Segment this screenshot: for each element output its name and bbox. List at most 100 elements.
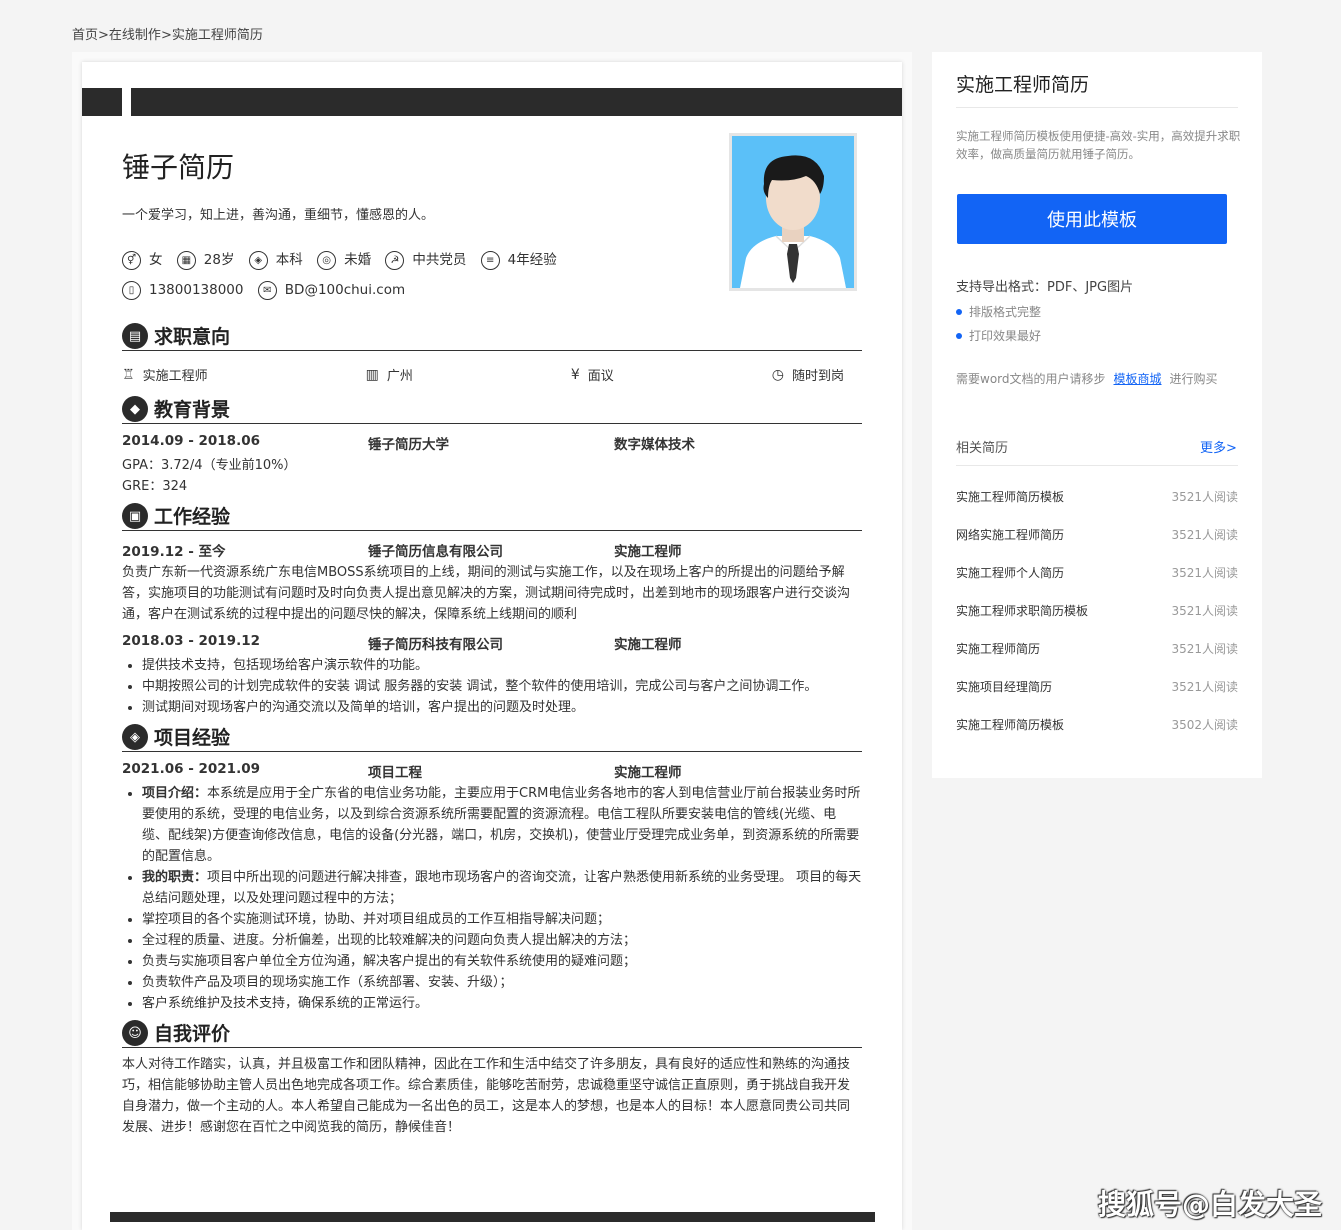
related-item-title[interactable]: 实施工程师简历模板 (956, 716, 1064, 733)
graduation-cap-icon: ◆ (122, 396, 148, 422)
related-item[interactable]: 实施工程师简历模板 3502人阅读 (956, 716, 1238, 733)
resume-preview: 锤子简历 一个爱学习，知上进，善沟通，重细节，懂感恩的人。 ⚥ 女 ▦ 28岁 ◈ 本… (72, 52, 912, 1230)
info-email: ✉ BD@100chui.com (257, 276, 406, 305)
related-item[interactable]: 网络实施工程师简历 3521人阅读 (956, 526, 1238, 543)
word-notice-prefix: 需要word文档的用户请移步 (956, 372, 1106, 386)
resume-name: 锤子简历 (122, 151, 235, 184)
list-item: 掌控项目的各个实施测试环境，协助、并对项目组成员的工作互相指导解决问题； (142, 909, 862, 930)
clipboard-icon: ▤ (122, 323, 148, 349)
related-item-title[interactable]: 实施工程师简历 (956, 640, 1040, 657)
section-title-self-text: 自我评价 (154, 1023, 231, 1045)
feature-item: 打印效果最好 (956, 327, 1041, 344)
section-title-work: ▣ 工作经验 (122, 501, 862, 531)
breadcrumb-current: 实施工程师简历 (171, 28, 263, 43)
related-item[interactable]: 实施工程师简历模板 3521人阅读 (956, 488, 1238, 505)
clock-icon: ◷ (771, 366, 784, 383)
project-bullets: 项目介绍：本系统是应用于全广东省的电信业务功能，主要应用于CRM电信业务各地市的… (122, 783, 862, 1014)
marriage-icon: ◎ (317, 251, 337, 270)
list-item: 客户系统维护及技术支持，确保系统的正常运行。 (142, 993, 862, 1014)
info-education-text: 本科 (275, 252, 303, 268)
education-gpa: GPA：3.72/4（专业前10%） (122, 458, 297, 473)
related-item-count: 3521人阅读 (1171, 528, 1238, 542)
related-title: 相关简历 (956, 441, 1009, 456)
resume-top-bar-left (82, 88, 122, 116)
section-title-education-text: 教育背景 (154, 399, 231, 421)
section-title-work-text: 工作经验 (154, 506, 231, 528)
section-title-project: ◈ 项目经验 (122, 722, 862, 752)
experience-icon: ≡ (480, 251, 500, 270)
info-phone: ▯ 13800138000 (122, 276, 243, 305)
education-row: 2014.09 - 2018.06 锤子简历大学 数字媒体技术 (122, 433, 862, 453)
project-row: 2021.06 - 2021.09 项目工程 实施工程师 (122, 761, 862, 781)
list-item: 负责软件产品及项目的现场实施工作（系统部署、安装、升级）； (142, 972, 862, 993)
info-email-text: BD@100chui.com (284, 282, 406, 298)
list-item: 测试期间对现场客户的沟通交流以及简单的培训，客户提出的问题及时处理。 (142, 697, 862, 718)
breadcrumb-online[interactable]: 在线制作 (109, 28, 161, 43)
resume-content: 锤子简历 一个爱学习，知上进，善沟通，重细节，懂感恩的人。 ⚥ 女 ▦ 28岁 ◈ 本… (122, 132, 862, 1138)
work-row-1: 2019.12 - 至今 锤子简历信息有限公司 实施工程师 (122, 540, 862, 560)
template-mall-link[interactable]: 模板商城 (1114, 372, 1162, 386)
watermark: 搜狐号@白发大圣 (1098, 1188, 1323, 1221)
use-template-button[interactable]: 使用此模板 (957, 194, 1227, 244)
resume-paper: 锤子简历 一个爱学习，知上进，善沟通，重细节，懂感恩的人。 ⚥ 女 ▦ 28岁 ◈ 本… (82, 62, 902, 1230)
section-title-project-text: 项目经验 (154, 727, 231, 749)
info-experience-text: 4年经验 (507, 252, 557, 268)
info-gender-text: 女 (149, 252, 163, 268)
project-duty-label: 我的职责： (142, 870, 208, 885)
intent-availability-text: 随时到岗 (791, 369, 844, 384)
breadcrumb: 首页>在线制作>实施工程师简历 (72, 24, 263, 43)
related-item-title[interactable]: 网络实施工程师简历 (956, 526, 1064, 543)
info-experience: ≡ 4年经验 (480, 246, 557, 275)
related-item[interactable]: 实施项目经理简历 3521人阅读 (956, 678, 1238, 695)
related-item-title[interactable]: 实施工程师求职简历模板 (956, 602, 1088, 619)
tie-icon: ♖ (122, 366, 135, 383)
breadcrumb-sep: > (160, 28, 172, 43)
bullet-dot-icon (956, 308, 962, 315)
party-icon: ☭ (385, 251, 405, 270)
intent-position-text: 实施工程师 (142, 369, 208, 384)
project-name: 项目工程 (368, 765, 422, 781)
related-item-count: 3521人阅读 (1171, 642, 1238, 656)
gender-icon: ⚥ (122, 251, 141, 270)
personal-info: ⚥ 女 ▦ 28岁 ◈ 本科 ◎ 未婚 ☭ 中共党员 ≡ 4年经验 ▯ 13800138000… (122, 245, 702, 305)
breadcrumb-home[interactable]: 首页 (72, 28, 98, 43)
info-marriage-text: 未婚 (344, 252, 372, 268)
related-item[interactable]: 实施工程师个人简历 3521人阅读 (956, 564, 1238, 581)
info-phone-text: 13800138000 (149, 282, 244, 298)
info-party: ☭ 中共党员 (385, 246, 466, 275)
intent-city-text: 广州 (386, 369, 413, 384)
intent-city: ▥ 广州 (366, 365, 413, 385)
intent-salary-text: 面议 (587, 369, 614, 384)
list-item: 中期按照公司的计划完成软件的安装 调试 服务器的安装 调试，整个软件的使用培训，… (142, 676, 862, 697)
related-item-title[interactable]: 实施项目经理简历 (956, 678, 1052, 695)
bullet-dot-icon (956, 332, 962, 339)
related-item-count: 3521人阅读 (1171, 680, 1238, 694)
section-title-education: ◆ 教育背景 (122, 394, 862, 424)
info-education: ◈ 本科 (248, 246, 303, 275)
list-item: 我的职责：项目中所出现的问题进行解决排查，跟地市现场客户的咨询交流，让客户熟悉使… (142, 867, 862, 909)
more-link[interactable]: 更多> (1200, 437, 1237, 456)
sidebar-title: 实施工程师简历 (956, 74, 1090, 96)
section-work: ▣ 工作经验 2019.12 - 至今 锤子简历信息有限公司 实施工程师 负责广… (122, 501, 862, 718)
related-item-count: 3521人阅读 (1171, 490, 1238, 504)
resume-motto: 一个爱学习，知上进，善沟通，重细节，懂感恩的人。 (122, 208, 435, 223)
sidebar-description: 实施工程师简历模板使用便捷-高效-实用，高效提升求职效率，做高质量简历就用锤子简… (956, 129, 1241, 161)
project-date: 2021.06 - 2021.09 (122, 761, 260, 777)
section-project: ◈ 项目经验 2021.06 - 2021.09 项目工程 实施工程师 项目介绍… (122, 722, 862, 1014)
divider (956, 465, 1238, 466)
related-item[interactable]: 实施工程师求职简历模板 3521人阅读 (956, 602, 1238, 619)
related-item-title[interactable]: 实施工程师个人简历 (956, 564, 1064, 581)
briefcase-icon: ▣ (122, 503, 148, 529)
info-age-text: 28岁 (203, 252, 235, 268)
work-1-desc: 负责广东新一代资源系统广东电信MBOSS系统项目的上线，期间的测试与实施工作，以… (122, 565, 851, 622)
work-row-2: 2018.03 - 2019.12 锤子简历科技有限公司 实施工程师 (122, 633, 862, 653)
related-item-title[interactable]: 实施工程师简历模板 (956, 488, 1064, 505)
work-2-company: 锤子简历科技有限公司 (368, 637, 503, 653)
section-education: ◆ 教育背景 2014.09 - 2018.06 锤子简历大学 数字媒体技术 G… (122, 394, 862, 497)
related-item[interactable]: 实施工程师简历 3521人阅读 (956, 640, 1238, 657)
list-item: 提供技术支持，包括现场给客户演示软件的功能。 (142, 655, 862, 676)
info-marriage: ◎ 未婚 (317, 246, 371, 275)
section-title-intent: ▤ 求职意向 (122, 321, 862, 351)
work-2-role: 实施工程师 (614, 637, 682, 653)
age-icon: ▦ (176, 251, 196, 270)
